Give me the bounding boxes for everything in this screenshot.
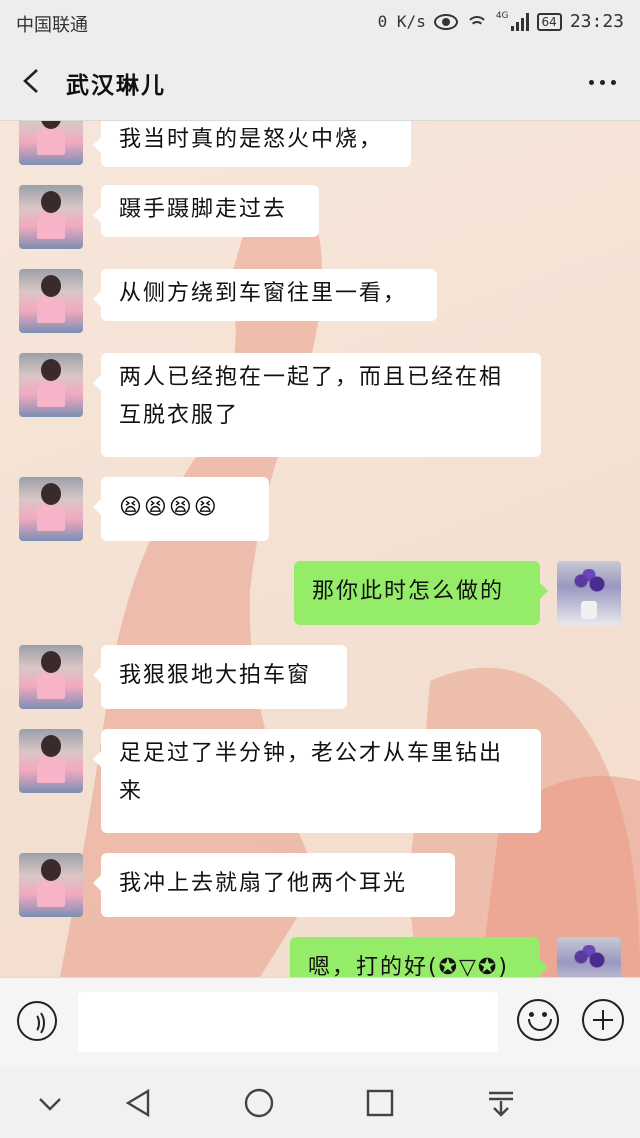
contact-avatar[interactable] xyxy=(19,353,83,417)
contact-avatar[interactable] xyxy=(19,729,83,793)
incoming-message[interactable]: 足足过了半分钟，老公才从车里钻出来 xyxy=(93,729,541,833)
back-triangle-icon[interactable] xyxy=(122,1087,154,1119)
my-avatar[interactable] xyxy=(557,561,621,625)
chat-header: 武汉琳儿 xyxy=(0,44,640,121)
outgoing-message[interactable]: 那你此时怎么做的 xyxy=(294,561,548,625)
message-input[interactable] xyxy=(78,992,498,1052)
plus-icon[interactable] xyxy=(582,999,624,1041)
incoming-message[interactable]: 我狠狠地大拍车窗 xyxy=(93,645,347,709)
network-type: 4G xyxy=(495,11,509,21)
net-speed: 0 K/s xyxy=(377,12,426,31)
carrier-label: 中国联通 xyxy=(16,15,88,36)
incoming-message[interactable]: 从侧方绕到车窗往里一看， xyxy=(93,269,437,321)
incoming-message[interactable]: 两人已经抱在一起了，而且已经在相互脱衣服了 xyxy=(93,353,541,457)
incoming-emoji-message[interactable]: 😫😫😫😫 xyxy=(93,477,269,541)
contact-avatar[interactable] xyxy=(19,477,83,541)
contact-avatar[interactable] xyxy=(19,645,83,709)
contact-avatar[interactable] xyxy=(19,853,83,917)
outgoing-message[interactable]: 嗯，打的好(✪▽✪) xyxy=(290,937,548,977)
wifi-icon xyxy=(465,14,488,30)
voice-icon[interactable] xyxy=(17,1001,57,1041)
recents-square-icon[interactable] xyxy=(364,1087,396,1119)
clock: 23:23 xyxy=(569,11,624,32)
notification-pull-icon[interactable] xyxy=(485,1087,517,1119)
collapse-icon[interactable] xyxy=(34,1087,66,1119)
incoming-message[interactable]: 我当时真的是怒火中烧， xyxy=(93,121,411,167)
chat-area[interactable]: 我当时真的是怒火中烧， 蹑手蹑脚走过去 从侧方绕到车窗往里一看， 两人已经抱在一… xyxy=(0,121,640,977)
contact-avatar[interactable] xyxy=(19,269,83,333)
signal-icon xyxy=(510,12,529,31)
background-heart-pattern xyxy=(60,191,640,977)
battery-icon: 64 xyxy=(536,12,562,31)
status-bar: 中国联通 0 K/s 4G 64 23:23 xyxy=(0,0,640,44)
home-circle-icon[interactable] xyxy=(243,1087,275,1119)
emoji-icon[interactable] xyxy=(517,999,559,1041)
system-nav-bar xyxy=(0,1067,640,1138)
my-avatar[interactable] xyxy=(557,937,621,977)
incoming-message[interactable]: 我冲上去就扇了他两个耳光 xyxy=(93,853,455,917)
contact-avatar[interactable] xyxy=(19,185,83,249)
incoming-message[interactable]: 蹑手蹑脚走过去 xyxy=(93,185,319,237)
back-arrow-icon[interactable] xyxy=(20,68,46,94)
chat-title: 武汉琳儿 xyxy=(66,73,166,99)
more-dots-icon[interactable] xyxy=(589,80,616,85)
contact-avatar[interactable] xyxy=(19,121,83,165)
eye-icon xyxy=(433,13,458,30)
input-bar xyxy=(0,977,640,1068)
